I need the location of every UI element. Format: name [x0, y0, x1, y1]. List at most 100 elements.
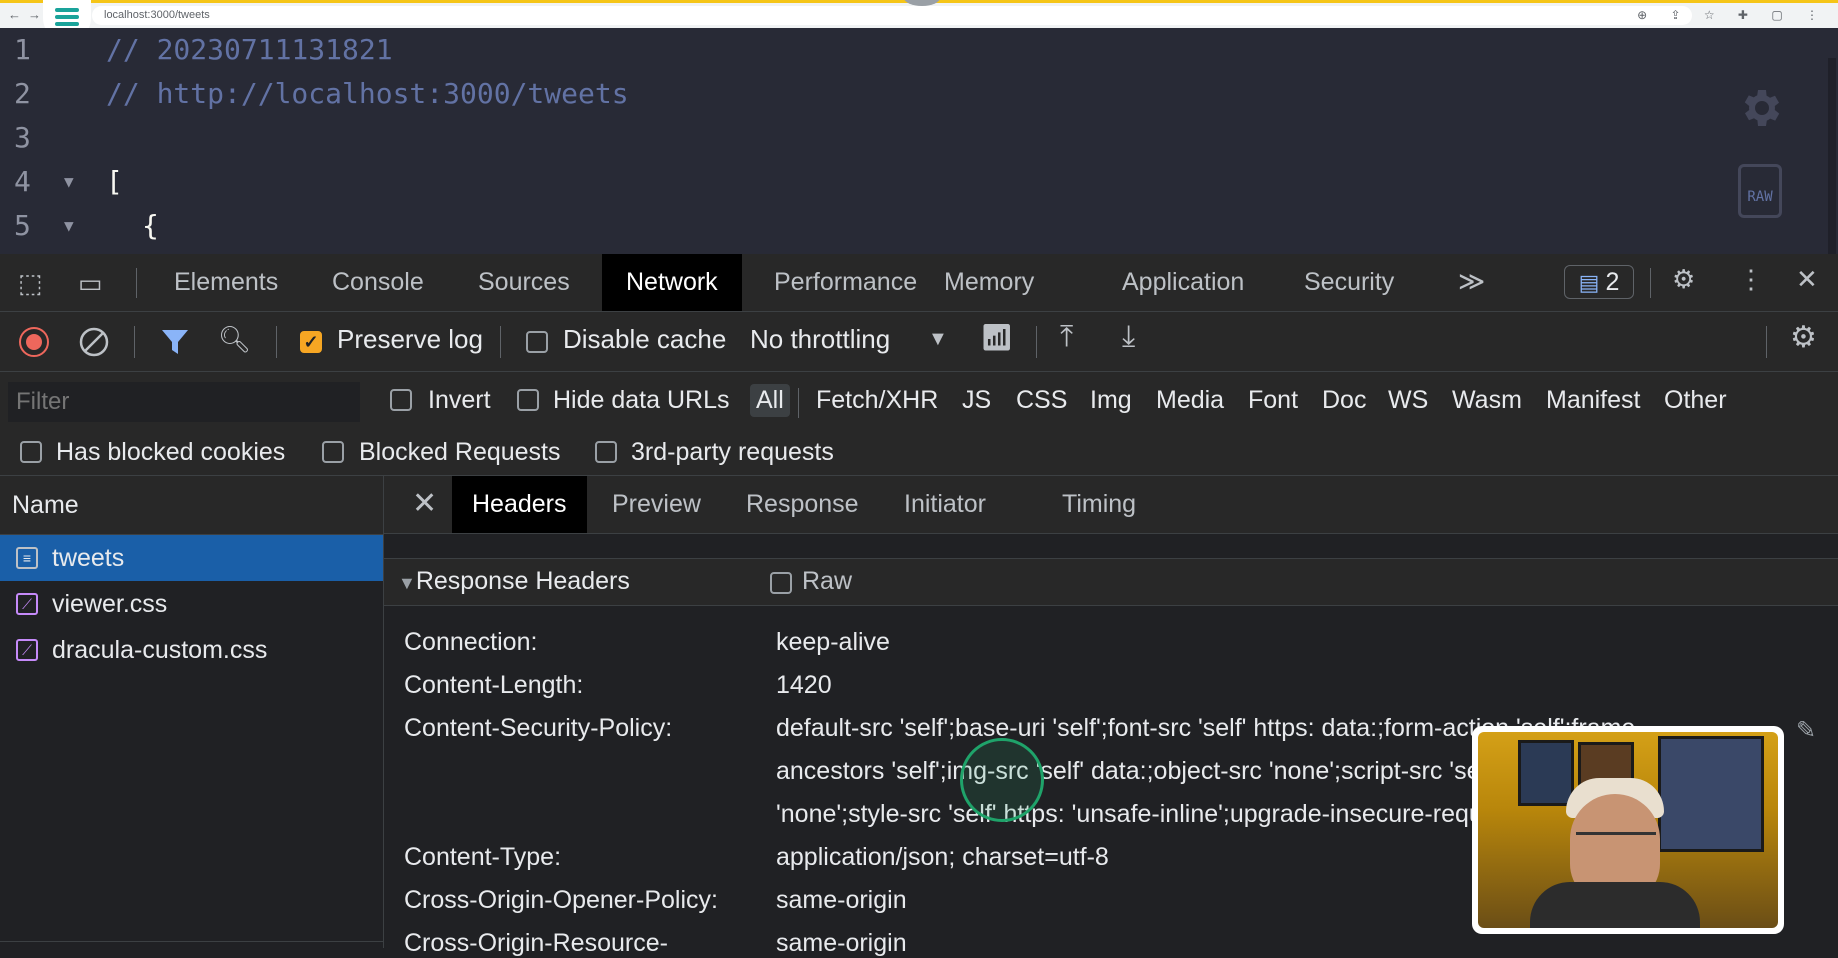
raw-view-button[interactable]: RAW	[1738, 164, 1782, 218]
detail-tab-response[interactable]: Response	[726, 476, 879, 533]
filter-icon[interactable]	[160, 328, 190, 356]
tab-memory[interactable]: Memory	[920, 254, 1058, 311]
webcam-video	[1478, 732, 1778, 928]
detail-tab-initiator[interactable]: Initiator	[884, 476, 1006, 533]
filter-input[interactable]	[8, 382, 360, 422]
network-settings-icon[interactable]: ⚙	[1790, 320, 1817, 355]
filter-type-js[interactable]: JS	[958, 384, 995, 417]
tab-performance[interactable]: Performance	[750, 254, 941, 311]
filter-type-ws[interactable]: WS	[1384, 384, 1432, 417]
blocked-requests-label: Blocked Requests	[359, 438, 561, 466]
tab-application[interactable]: Application	[1098, 254, 1268, 311]
line-number: 1	[14, 33, 31, 66]
divider	[1766, 326, 1767, 358]
address-bar[interactable]: localhost:3000/tweets	[92, 6, 1692, 25]
line-number: 2	[14, 77, 31, 110]
chevron-down-icon[interactable]: ▼	[928, 328, 948, 351]
viewer-settings-icon[interactable]	[1736, 84, 1784, 132]
tab-console[interactable]: Console	[308, 254, 448, 311]
detail-tab-timing[interactable]: Timing	[1042, 476, 1156, 533]
tab-network[interactable]: Network	[602, 254, 742, 311]
filter-type-fetch-xhr[interactable]: Fetch/XHR	[812, 384, 942, 417]
throttling-select[interactable]: No throttling	[750, 324, 890, 355]
request-row[interactable]: ⟋ dracula-custom.css	[0, 627, 383, 673]
fold-toggle-icon[interactable]: ▼	[64, 160, 74, 204]
filter-type-font[interactable]: Font	[1244, 384, 1302, 417]
fold-toggle-icon[interactable]: ▼	[64, 204, 74, 248]
request-row[interactable]: ≡ tweets	[0, 535, 383, 581]
divider	[134, 326, 135, 358]
code-text: {	[142, 209, 159, 242]
preserve-log-checkbox[interactable]: ✓	[300, 331, 322, 353]
filter-type-img[interactable]: Img	[1086, 384, 1136, 417]
clear-icon[interactable]	[78, 326, 110, 358]
header-name: Content-Length:	[404, 671, 584, 699]
export-har-icon[interactable]: ⤓	[1122, 320, 1135, 354]
filter-type-other[interactable]: Other	[1660, 384, 1731, 417]
has-blocked-cookies-label: Has blocked cookies	[56, 438, 286, 466]
search-icon[interactable]: 🔍︎	[218, 324, 251, 355]
detail-tab-preview[interactable]: Preview	[592, 476, 721, 533]
close-devtools-icon[interactable]: ✕	[1796, 264, 1818, 295]
header-value: same-origin	[776, 886, 907, 914]
back-icon[interactable]: ←	[8, 7, 21, 22]
viewer-scrollbar[interactable]	[1828, 58, 1836, 278]
device-toolbar-icon[interactable]: ▭	[78, 268, 103, 299]
header-name: Content-Security-Policy:	[404, 714, 673, 742]
code-text: // 20230711131821	[106, 33, 393, 66]
tab-sources[interactable]: Sources	[454, 254, 594, 311]
request-name: tweets	[52, 544, 125, 572]
response-headers-title[interactable]: ▼Response Headers	[398, 567, 630, 596]
code-text: [	[106, 165, 123, 198]
raw-headers-checkbox[interactable]	[770, 572, 792, 594]
header-value: same-origin	[776, 929, 907, 957]
filter-type-css[interactable]: CSS	[1012, 384, 1071, 417]
header-value: keep-alive	[776, 628, 890, 656]
filter-type-all[interactable]: All	[750, 384, 790, 417]
invert-label: Invert	[428, 386, 491, 414]
request-name: dracula-custom.css	[52, 636, 268, 664]
tab-elements[interactable]: Elements	[150, 254, 302, 311]
divider	[798, 388, 799, 418]
inspect-element-icon[interactable]: ⬚	[18, 268, 43, 299]
header-name: Cross-Origin-Opener-Policy:	[404, 886, 718, 914]
filter-type-doc[interactable]: Doc	[1318, 384, 1370, 417]
filter-type-manifest[interactable]: Manifest	[1542, 384, 1644, 417]
header-value: application/json; charset=utf-8	[776, 843, 1109, 871]
tab-security[interactable]: Security	[1280, 254, 1418, 311]
edit-icon[interactable]: ✎	[1796, 716, 1816, 745]
raw-headers-label: Raw	[802, 567, 853, 595]
divider	[276, 326, 277, 358]
record-stop-icon[interactable]	[18, 326, 50, 358]
filter-bar: Invert Hide data URLs All Fetch/XHR JS CSS I…	[0, 372, 1838, 476]
issues-counter-button[interactable]: ▤ 2	[1564, 265, 1634, 299]
hide-data-urls-label: Hide data URLs	[553, 386, 730, 414]
line-number: 4	[14, 165, 31, 198]
disable-cache-label: Disable cache	[563, 324, 727, 354]
line-number: 5	[14, 209, 31, 242]
forward-icon[interactable]: →	[28, 7, 41, 22]
has-blocked-cookies-checkbox[interactable]	[20, 441, 42, 463]
divider	[1036, 326, 1037, 358]
import-har-icon[interactable]: ⤒	[1060, 320, 1073, 354]
devtools-settings-icon[interactable]: ⚙	[1672, 264, 1695, 295]
third-party-checkbox[interactable]	[595, 441, 617, 463]
filter-type-wasm[interactable]: Wasm	[1448, 384, 1526, 417]
disable-cache-checkbox[interactable]	[526, 331, 548, 353]
filter-type-media[interactable]: Media	[1152, 384, 1228, 417]
json-viewer: 1 // 20230711131821 2 // http://localhost:3…	[0, 28, 1838, 278]
invert-checkbox[interactable]	[390, 389, 412, 411]
network-conditions-icon[interactable]: 📶︎	[980, 322, 1013, 353]
name-column-header[interactable]: Name	[0, 476, 383, 535]
browser-action-icons[interactable]: ⊕ ⇪ ☆ ✚ ▢ ⋮	[1637, 8, 1828, 22]
devtools-menu-icon[interactable]: ⋮	[1738, 264, 1764, 295]
more-tabs-icon[interactable]: ≫	[1458, 266, 1485, 297]
close-detail-icon[interactable]: ✕	[412, 486, 437, 521]
request-row[interactable]: ⟋ viewer.css	[0, 581, 383, 627]
blocked-requests-checkbox[interactable]	[322, 441, 344, 463]
detail-tab-headers[interactable]: Headers	[452, 476, 587, 533]
preserve-log-label: Preserve log	[337, 324, 483, 354]
hide-data-urls-checkbox[interactable]	[517, 389, 539, 411]
response-headers-section[interactable]: ▼Response Headers Raw	[384, 558, 1838, 606]
webcam-overlay	[1472, 726, 1784, 934]
